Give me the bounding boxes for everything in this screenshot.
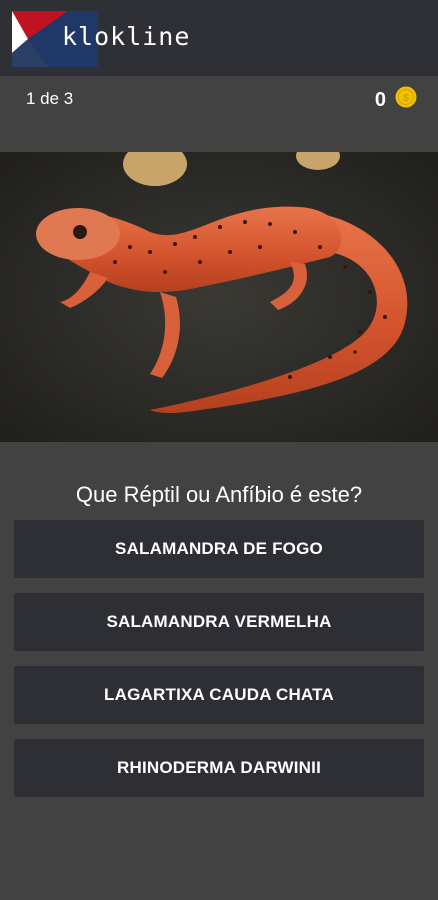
coin-count: 0 [374,89,386,111]
answer-option-2[interactable]: SALAMANDRA VERMELHA [14,593,424,651]
salamander-photo [0,152,438,442]
salamander-illustration [0,152,438,442]
question-text: Que Réptil ou Anfíbio é este? [75,482,363,507]
svg-text:$: $ [403,93,409,104]
answer-option-1[interactable]: SALAMANDRA DE FOGO [14,520,424,578]
answer-option-3[interactable]: LAGARTIXA CAUDA CHATA [14,666,424,724]
app-header: klokline [0,0,438,76]
answer-option-4[interactable]: RHINODERMA DARWINII [14,739,424,797]
coin-icon: $ [395,86,417,108]
brand-name: klokline [62,22,191,51]
question-progress: 1 de 3 [26,89,74,108]
